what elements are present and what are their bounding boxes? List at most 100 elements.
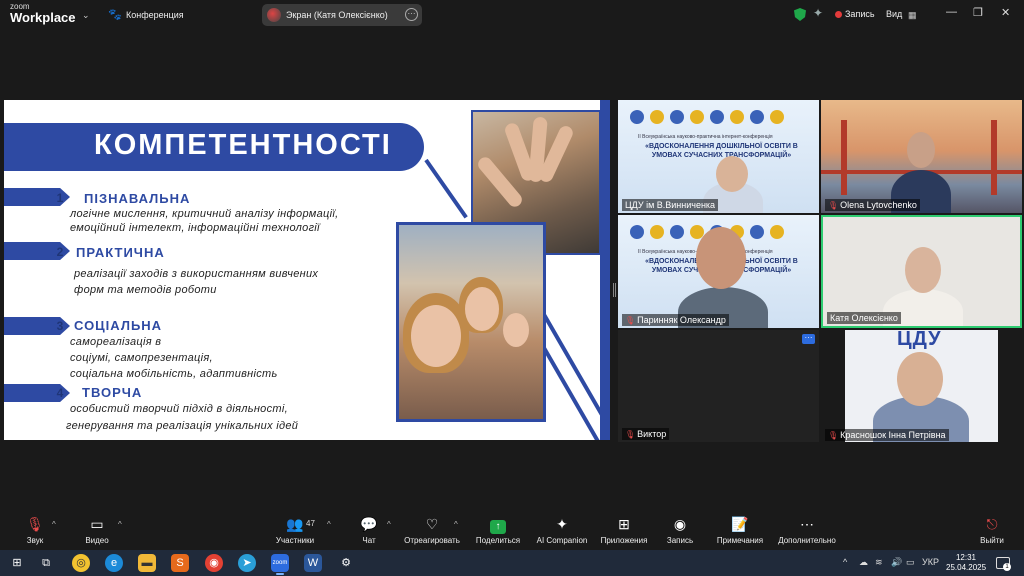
participant-head [696,227,746,289]
video-tile[interactable]: II Всеукраїнська науково-практична інтер… [618,215,819,328]
slide-title: КОМПЕТЕНТНОСТІ [94,129,392,161]
section-4-line-2: генерування та реалізація унікальних іде… [66,420,299,432]
section-4-heading: ТВОРЧА [82,385,143,400]
close-icon[interactable]: ✕ [1001,6,1010,19]
mic-muted-icon: 🎙 [828,431,839,440]
university-logo-text: ЦДУ [897,330,942,350]
section-2-heading: ПРАКТИЧНА [76,245,165,260]
more-button[interactable]: ⋯ Дополнительно [767,508,847,550]
keyboard-language[interactable]: УКР [922,557,939,567]
section-4-line-1: особистий творчий підхід в діяльності, [70,403,288,415]
security-shield-icon[interactable] [794,8,806,21]
participant-head [897,352,943,406]
tray-app-icon[interactable]: ☁ [859,557,868,568]
participant-name: 🎙 Olena Lytovchenko [825,199,920,211]
banner-logos [630,110,800,128]
bridge-tower [991,120,997,195]
screen-share-indicator[interactable]: Экран (Катя Олексієнко) ··· [262,4,422,26]
participant-name: Катя Олексієнко [827,312,901,324]
view-menu-button[interactable]: Вид [886,9,902,19]
meeting-info-button[interactable]: Конференция [126,10,184,20]
task-view-icon[interactable]: ⧉ [37,554,55,572]
participant-name-text: Красношок Інна Петрівна [840,430,946,440]
file-explorer-icon[interactable]: ▬ [138,554,156,572]
wifi-icon[interactable]: ≋ [875,557,883,568]
word-icon[interactable]: W [304,554,322,572]
clock-time: 12:31 [955,553,977,562]
mic-muted-icon: 🎙 [625,430,636,439]
section-3-line-1: самореалізація в [70,336,162,348]
banner-title: «ВДОСКОНАЛЕННЯ ДОШКІЛЬНОЇ ОСВІТИ В УМОВА… [645,143,798,159]
tray-expand-icon[interactable]: ^ [843,557,847,567]
windows-taskbar: ⊞ ⧉ ◎ e ▬ S ◉ ➤ zoom W ⚙ ^ ☁ ≋ 🔊 ▭ УКР 1… [0,550,1024,576]
participant-name: 🎙 Красношок Інна Петрівна [825,429,949,441]
leave-button[interactable]: ⎋ Выйти [952,508,1024,550]
meeting-toolbar: 🎙 Звук ^ ▭ Видео ^ 👥 Участники 47 ^ 💬 Ча… [0,508,1024,550]
video-tile[interactable]: ЦДУ [845,330,998,442]
edge-browser-icon[interactable]: e [105,554,123,572]
view-grid-icon[interactable]: ▦ [908,10,917,21]
recording-dot-icon [835,11,842,18]
participant-name: 🎙 Паринняк Олександр [622,314,729,326]
brand-big-label: Workplace [10,10,76,25]
minimize-icon[interactable]: — [946,6,957,18]
system-clock[interactable]: 12:31 25.04.2025 [946,553,986,573]
zoom-taskbar-icon[interactable]: zoom [271,554,289,575]
participant-name: ЦДУ ім В.Винниченка [622,199,719,211]
mic-muted-icon: 🎙 [828,201,839,210]
section-1-line-2: емоційний інтелект, інформаційні техноло… [70,222,320,234]
section-3-line-2: соціумі, самопрезентація, [70,352,213,364]
more-icon[interactable]: ··· [405,8,418,21]
zoom-logo: zoom Workplace [10,3,76,25]
paw-icon: 🐾 [108,9,122,21]
panel-resize-handle[interactable] [613,283,616,297]
clock-date: 25.04.2025 [946,563,987,572]
shared-screen-slide: КОМПЕТЕНТНОСТІ 1 ПІЗНАВАЛЬНА логічне мис… [4,100,610,440]
windows-start-icon[interactable]: ⊞ [8,554,26,572]
share-label: Экран (Катя Олексієнко) [286,10,388,20]
telegram-icon[interactable]: ➤ [238,554,256,572]
app-icon[interactable]: S [171,554,189,572]
participant-name: 🎙 Виктор [622,428,670,440]
settings-gear-icon[interactable]: ⚙ [337,554,355,572]
meeting-top-bar: zoom Workplace ⌄ 🐾 Конференция Экран (Ка… [0,0,1024,30]
photo-face [411,305,461,367]
more-label: Дополнительно [778,536,836,545]
app-icon[interactable]: ◎ [72,554,90,572]
camera-icon: ▭ [90,516,104,532]
sharer-avatar [267,8,281,22]
chat-options-caret-icon[interactable]: ^ [387,520,391,529]
video-button[interactable]: ▭ Видео [57,508,137,550]
participant-name-text: Паринняк Олександр [637,315,726,325]
ai-sparkle-icon[interactable]: ✦ [813,6,823,20]
chevron-down-icon[interactable]: ⌄ [82,10,90,21]
video-options-caret-icon[interactable]: ^ [118,520,122,529]
bridge-tower [841,120,847,195]
more-options-icon[interactable]: ··· [802,334,815,344]
video-tile[interactable]: ··· 🎙 Виктор [618,330,819,442]
participants-count: 47 [306,519,315,528]
mic-muted-icon: 🎙 [625,316,636,325]
participant-head [905,247,941,293]
chrome-icon[interactable]: ◉ [205,554,223,572]
video-label: Видео [85,536,109,545]
photo-face [503,313,529,347]
participant-name-text: Виктор [637,429,667,439]
section-3-heading: СОЦІАЛЬНА [74,318,163,333]
children-group-photo [396,222,546,422]
video-tile[interactable]: 🎙 Olena Lytovchenko [821,100,1022,213]
section-3-number: 3 [56,319,64,333]
slide-right-bar [600,100,610,440]
speaker-icon[interactable]: 🔊 [891,557,902,568]
battery-icon[interactable]: ▭ [906,557,915,568]
video-tile-active-speaker[interactable]: Катя Олексієнко [821,215,1022,328]
recording-status[interactable]: Запись [845,9,875,19]
more-dots-icon: ⋯ [800,516,814,532]
photo-face [465,287,499,331]
participant-name-text: Olena Lytovchenko [840,200,917,210]
participant-head [907,132,935,168]
audio-options-caret-icon[interactable]: ^ [52,520,56,529]
participants-button[interactable]: 👥 Участники [255,508,335,550]
video-tile[interactable]: II Всеукраїнська науково-практична інтер… [618,100,819,213]
restore-icon[interactable]: ❐ [973,6,983,19]
